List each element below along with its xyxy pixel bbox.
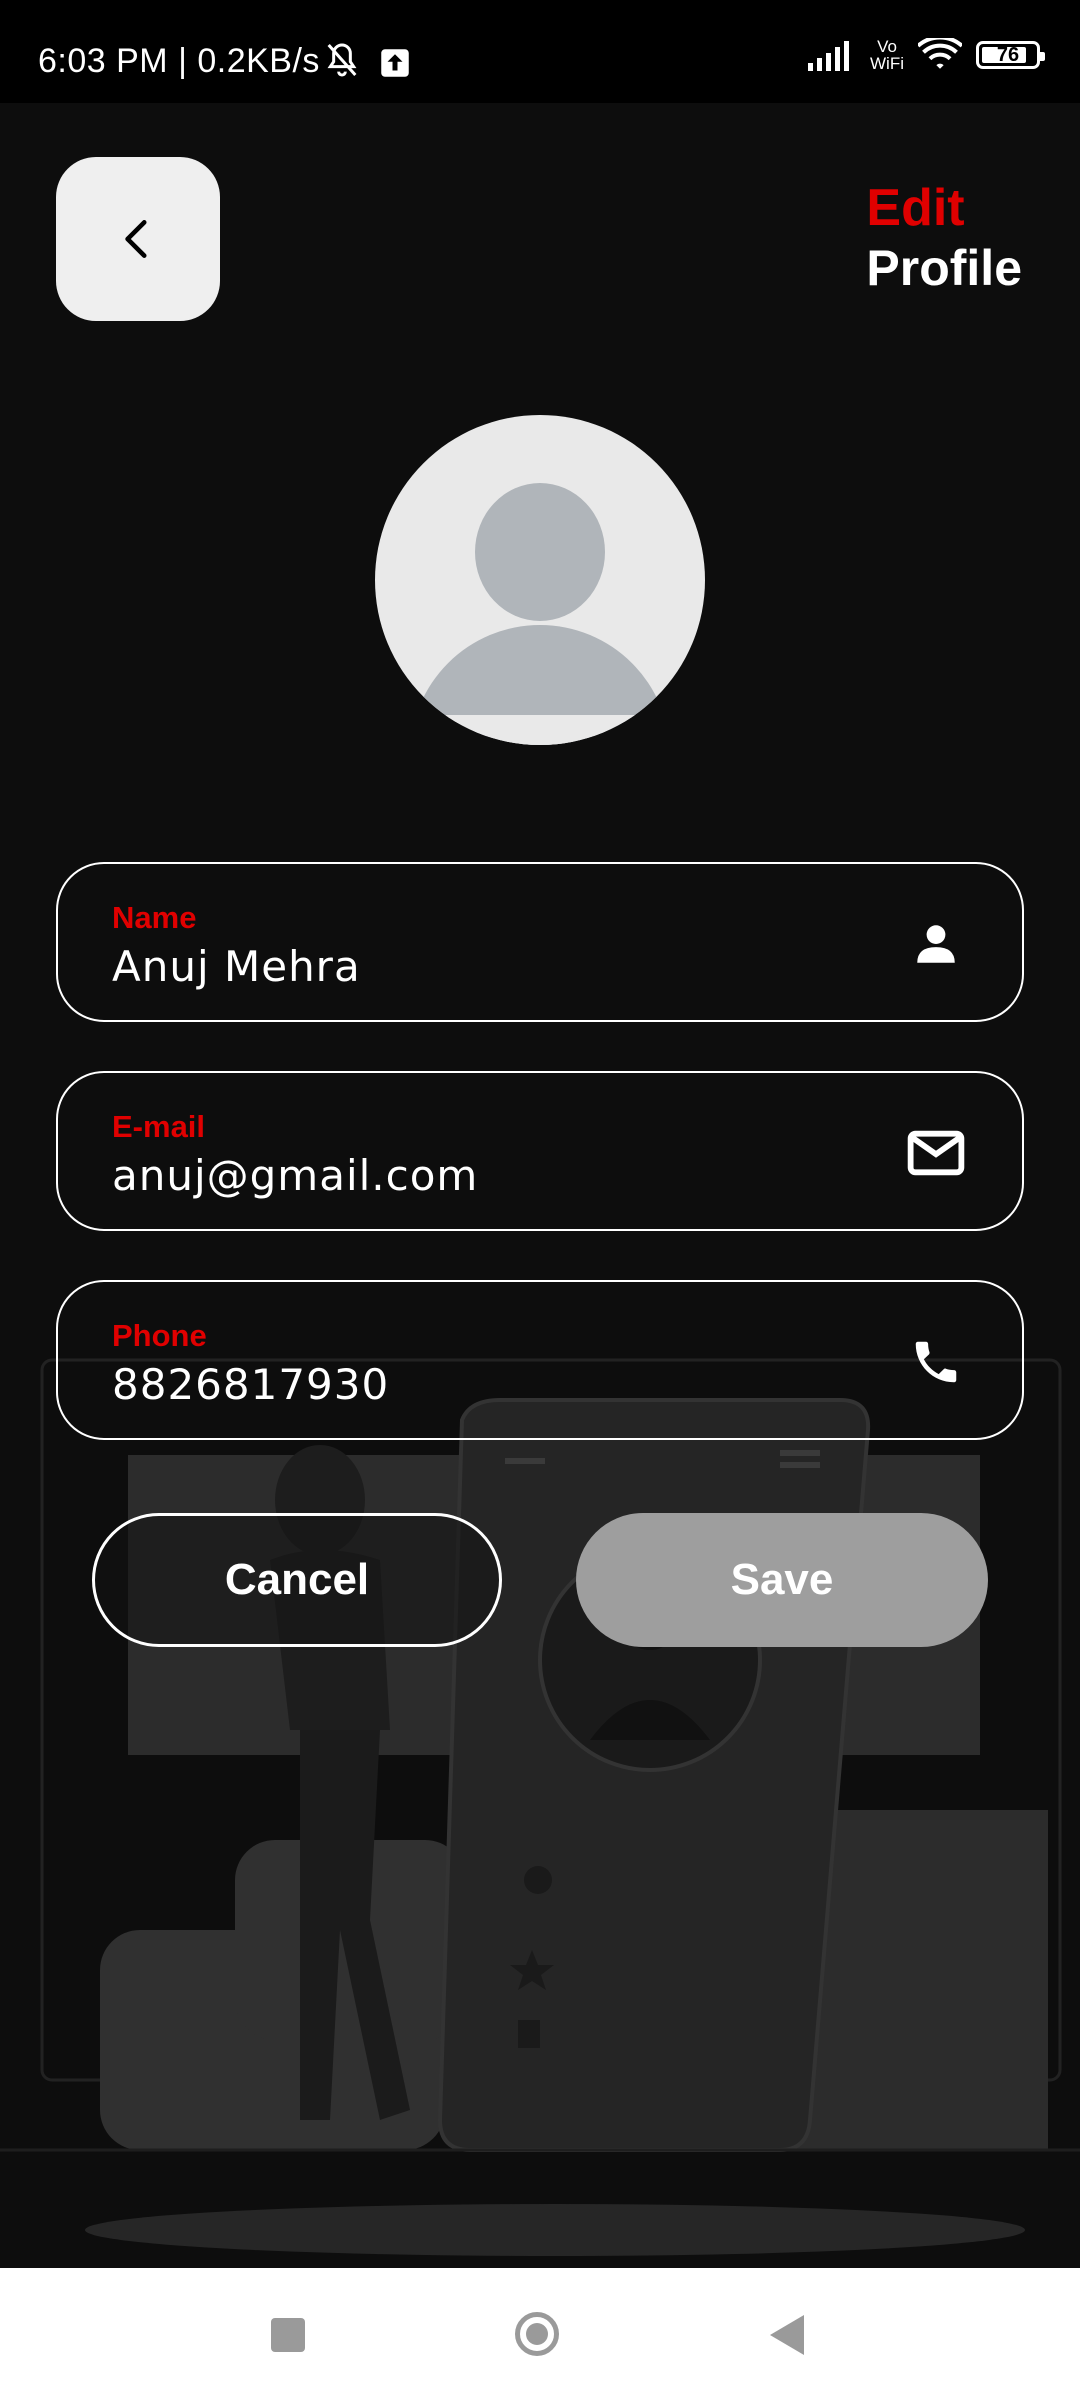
name-label: Name (112, 900, 197, 935)
chevron-left-icon (125, 220, 147, 258)
vowifi-bottom: WiFi (870, 54, 904, 73)
vowifi-indicator: Vo WiFi (870, 38, 904, 72)
email-value[interactable]: anuj@gmail.com (112, 1151, 478, 1200)
background-illustration (0, 1358, 1080, 2256)
status-bar: 6:03 PM | 0.2KB/s Vo WiFi 76 (0, 0, 1080, 103)
battery-icon: 76 (976, 41, 1045, 69)
wifi-icon (918, 38, 962, 69)
mail-icon (906, 1123, 966, 1183)
home-button[interactable] (515, 2312, 559, 2356)
upload-icon (381, 49, 409, 77)
phone-field[interactable]: Phone 8826817930 (56, 1280, 1024, 1440)
page-title: Edit Profile (866, 178, 1022, 298)
name-value[interactable]: Anuj Mehra (112, 942, 361, 991)
recents-button[interactable] (271, 2318, 305, 2352)
signal-icon (808, 41, 850, 71)
back-button[interactable] (56, 157, 220, 321)
phone-label: Phone (112, 1318, 207, 1353)
cancel-button[interactable]: Cancel (92, 1513, 502, 1647)
save-button[interactable]: Save (576, 1513, 988, 1647)
mute-bell-icon (327, 43, 357, 77)
avatar[interactable] (375, 415, 705, 745)
person-icon (906, 914, 966, 974)
battery-level: 76 (996, 43, 1020, 66)
system-back-button[interactable] (770, 2315, 804, 2355)
phone-icon (906, 1332, 966, 1392)
page-title-line1: Edit (866, 179, 965, 237)
phone-value[interactable]: 8826817930 (112, 1360, 389, 1409)
page-title-line2: Profile (866, 240, 1022, 296)
avatar-cut (375, 715, 705, 745)
vowifi-top: Vo (877, 37, 897, 56)
status-time: 6:03 PM | 0.2KB/s (38, 42, 320, 80)
email-label: E-mail (112, 1109, 206, 1144)
name-field[interactable]: Name Anuj Mehra (56, 862, 1024, 1022)
avatar-head (475, 483, 605, 621)
email-field[interactable]: E-mail anuj@gmail.com (56, 1071, 1024, 1231)
